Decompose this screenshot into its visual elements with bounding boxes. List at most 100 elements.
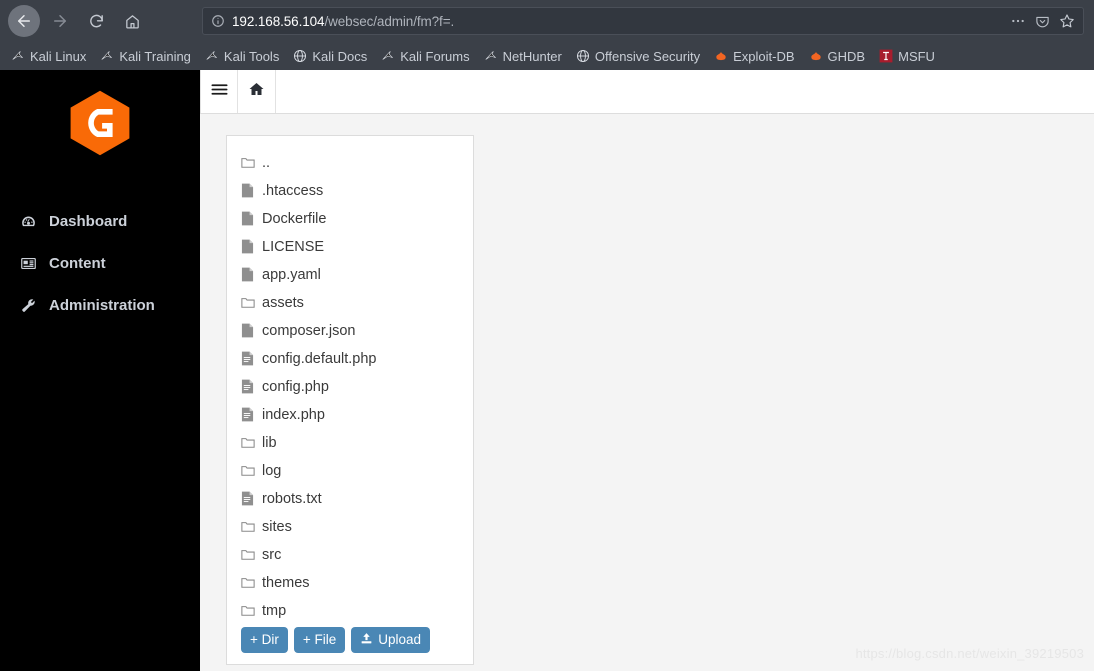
- bookmark-label: Kali Linux: [30, 48, 87, 64]
- list-item[interactable]: composer.json: [227, 316, 473, 344]
- sidebar-nav: Dashboard Content Administration: [0, 200, 200, 326]
- sidebar-item-label: Content: [49, 254, 106, 272]
- folder-icon: [241, 602, 255, 618]
- reload-button[interactable]: [80, 5, 112, 37]
- page-info-icon[interactable]: [211, 14, 225, 28]
- file-name: src: [262, 546, 282, 563]
- file-icon: [241, 182, 255, 198]
- bookmark-kali-tools[interactable]: Kali Tools: [198, 47, 286, 66]
- sidebar-item-label: Administration: [49, 296, 155, 314]
- bookmark-ghdb[interactable]: GHDB: [802, 47, 873, 66]
- bookmark-msfu[interactable]: MSFU: [872, 47, 942, 66]
- list-item[interactable]: LICENSE: [227, 232, 473, 260]
- url-action-icons: [1010, 13, 1075, 29]
- new-dir-button[interactable]: + Dir: [241, 627, 288, 653]
- folder-icon: [241, 546, 255, 562]
- url-text[interactable]: 192.168.56.104/websec/admin/fm?f=.: [232, 14, 1002, 29]
- home-button[interactable]: [116, 5, 148, 37]
- home-icon: [248, 81, 265, 102]
- folder-icon: [241, 154, 255, 170]
- flame-icon: [714, 49, 728, 63]
- list-item[interactable]: themes: [227, 568, 473, 596]
- bookmark-label: NetHunter: [502, 48, 562, 64]
- bookmark-offensive-security[interactable]: Offensive Security: [569, 47, 707, 66]
- file-name: robots.txt: [262, 490, 322, 507]
- msfu-icon: [879, 49, 893, 63]
- menu-toggle-button[interactable]: [200, 70, 238, 113]
- list-item[interactable]: tmp: [227, 596, 473, 624]
- bookmark-label: Kali Forums: [400, 48, 470, 64]
- sidebar-item-administration[interactable]: Administration: [12, 284, 200, 326]
- file-name: ..: [262, 154, 271, 171]
- bookmark-label: Offensive Security: [594, 48, 701, 64]
- bookmark-kali-linux[interactable]: Kali Linux: [4, 47, 93, 66]
- getsimple-hex-logo-icon: [70, 90, 130, 156]
- file-name: lib: [262, 434, 277, 451]
- bookmark-nethunter[interactable]: NetHunter: [477, 47, 569, 66]
- list-item[interactable]: .htaccess: [227, 176, 473, 204]
- bookmark-kali-training[interactable]: Kali Training: [93, 47, 198, 66]
- globe-icon: [576, 49, 590, 63]
- folder-icon: [241, 518, 255, 534]
- upload-icon: [360, 632, 373, 648]
- bookmark-star-icon[interactable]: [1059, 13, 1075, 29]
- bookmark-kali-forums[interactable]: Kali Forums: [374, 47, 476, 66]
- file-icon: [241, 266, 255, 282]
- list-item[interactable]: robots.txt: [227, 484, 473, 512]
- bookmark-exploit-db[interactable]: Exploit-DB: [707, 47, 801, 66]
- pocket-icon[interactable]: [1035, 14, 1050, 29]
- list-item[interactable]: assets: [227, 288, 473, 316]
- kali-dragon-icon: [484, 49, 498, 63]
- list-item[interactable]: sites: [227, 512, 473, 540]
- bookmarks-bar: Kali Linux Kali Training Kali Tools Kali…: [0, 42, 1094, 70]
- file-name: LICENSE: [262, 238, 325, 255]
- back-button[interactable]: [8, 5, 40, 37]
- newspaper-icon: [18, 255, 38, 272]
- file-icon: [241, 322, 255, 338]
- flame-icon: [809, 49, 823, 63]
- sidebar-item-dashboard[interactable]: Dashboard: [12, 200, 200, 242]
- tachometer-icon: [18, 213, 38, 230]
- list-item[interactable]: lib: [227, 428, 473, 456]
- file-name: config.php: [262, 378, 329, 395]
- globe-icon: [293, 49, 307, 63]
- file-name: Dockerfile: [262, 210, 327, 227]
- url-host: 192.168.56.104: [232, 13, 325, 29]
- list-item[interactable]: config.default.php: [227, 344, 473, 372]
- text-file-icon: [241, 350, 255, 366]
- new-file-button[interactable]: + File: [293, 627, 346, 653]
- browser-navigation-bar: 192.168.56.104/websec/admin/fm?f=.: [0, 0, 1094, 42]
- list-item[interactable]: config.php: [227, 372, 473, 400]
- file-icon: [241, 238, 255, 254]
- site-logo[interactable]: [0, 88, 200, 158]
- file-name: sites: [262, 518, 292, 535]
- text-file-icon: [241, 490, 255, 506]
- upload-label: Upload: [378, 632, 422, 648]
- bookmark-label: GHDB: [827, 48, 866, 64]
- folder-icon: [241, 294, 255, 310]
- page-actions-icon[interactable]: [1010, 13, 1026, 29]
- list-item[interactable]: app.yaml: [227, 260, 473, 288]
- list-item[interactable]: src: [227, 540, 473, 568]
- file-name: config.default.php: [262, 350, 377, 367]
- home-icon: [124, 13, 141, 30]
- file-name: assets: [262, 294, 304, 311]
- list-item[interactable]: index.php: [227, 400, 473, 428]
- url-path: /websec/admin/fm?f=.: [324, 13, 455, 29]
- wrench-icon: [18, 297, 38, 314]
- list-item[interactable]: log: [227, 456, 473, 484]
- forward-arrow-icon: [51, 12, 69, 30]
- list-item[interactable]: Dockerfile: [227, 204, 473, 232]
- list-item[interactable]: ..: [227, 148, 473, 176]
- upload-button[interactable]: Upload: [351, 627, 431, 653]
- bookmark-kali-docs[interactable]: Kali Docs: [286, 47, 374, 66]
- file-manager-actions: + Dir + File Upload: [227, 624, 473, 653]
- forward-button[interactable]: [44, 5, 76, 37]
- address-bar[interactable]: 192.168.56.104/websec/admin/fm?f=.: [202, 7, 1084, 35]
- file-manager-panel: .. .htaccess Dockerfile LICENSE app.yaml…: [226, 135, 474, 665]
- home-button[interactable]: [238, 70, 276, 113]
- sidebar: Dashboard Content Administration: [0, 70, 200, 671]
- content-area: .. .htaccess Dockerfile LICENSE app.yaml…: [200, 114, 1094, 665]
- sidebar-item-content[interactable]: Content: [12, 242, 200, 284]
- text-file-icon: [241, 378, 255, 394]
